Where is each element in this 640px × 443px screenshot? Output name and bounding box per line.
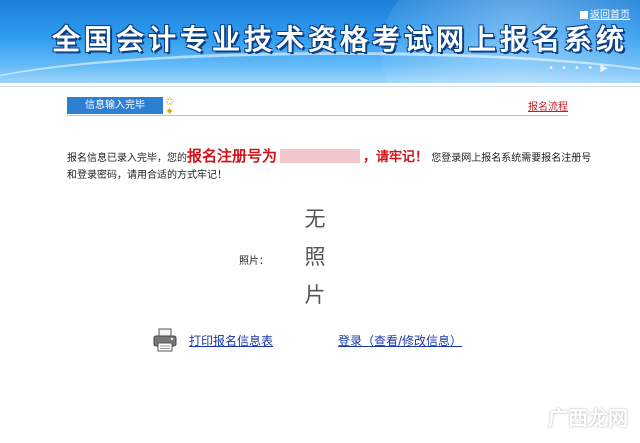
tab-info-complete[interactable]: 信息输入完毕 — [67, 97, 163, 114]
registration-number-redacted — [280, 149, 361, 163]
divider — [0, 86, 640, 87]
registration-number-label: 报名注册号为 — [187, 147, 278, 165]
photo-placeholder: 无 照 片 — [300, 200, 330, 314]
home-link[interactable]: 返回首页 — [580, 6, 630, 21]
print-registration-form-link[interactable]: 打印报名信息表 — [189, 332, 273, 349]
home-link-label: 返回首页 — [590, 10, 630, 21]
tab-divider — [67, 115, 568, 116]
remember-notice: ，请牢记！ — [363, 150, 429, 165]
message-intro: 报名信息已录入完毕，您的 — [67, 153, 187, 164]
registration-process-link[interactable]: 报名流程 — [528, 98, 568, 113]
home-icon — [580, 11, 588, 19]
watermark-logo: 广西龙网 — [548, 406, 628, 430]
photo-label: 照片： — [239, 256, 269, 267]
system-title: 全国会计专业技术资格考试网上报名系统 — [52, 23, 629, 56]
star-icon: ✩ ✦ — [165, 95, 175, 118]
photo-placeholder-char: 片 — [304, 283, 326, 307]
printer-icon[interactable] — [152, 327, 178, 353]
header-banner: • • • • ▶ 全国会计专业技术资格考试网上报名系统 返回首页 — [0, 0, 640, 83]
photo-placeholder-char: 照 — [304, 245, 326, 269]
photo-placeholder-char: 无 — [304, 207, 326, 231]
decorative-dots: • • • • ▶ — [548, 63, 610, 74]
login-view-edit-link[interactable]: 登录（查看/修改信息） — [338, 332, 462, 349]
completion-message: 报名信息已录入完毕，您的报名注册号为 ，请牢记！ 您登录网上报名系统需要报名注册号… — [67, 148, 597, 184]
